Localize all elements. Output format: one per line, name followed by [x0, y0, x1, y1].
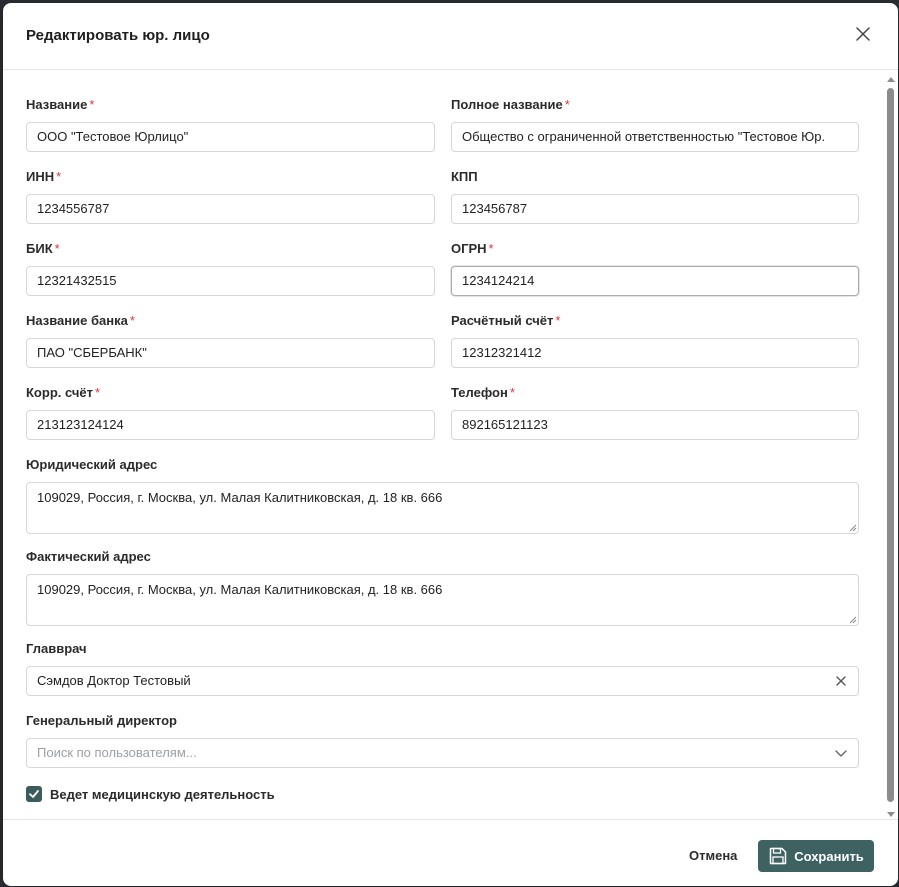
dialog-title: Редактировать юр. лицо	[26, 27, 210, 44]
bank-name-label: Название банка *	[26, 313, 135, 328]
actual-address-value: 109029, Россия, г. Москва, ул. Малая Кал…	[37, 582, 443, 597]
scrollbar-thumb[interactable]	[887, 88, 894, 802]
inn-label: ИНН *	[26, 169, 62, 184]
legal-address-field: Юридический адрес 109029, Россия, г. Мос…	[26, 456, 859, 534]
legal-address-textarea[interactable]: 109029, Россия, г. Москва, ул. Малая Кал…	[26, 482, 859, 534]
chevron-down-icon[interactable]	[834, 746, 848, 760]
general-director-field: Генеральный директор Поиск по пользовате…	[26, 712, 859, 768]
bik-field: БИК * 12321432515	[26, 240, 435, 296]
inn-input[interactable]: 1234556787	[26, 194, 435, 224]
resize-grip-icon[interactable]	[849, 616, 857, 624]
floppy-disk-icon	[769, 847, 787, 865]
medical-activity-row[interactable]: Ведет медицинскую деятельность	[26, 785, 275, 803]
actual-address-field: Фактический адрес 109029, Россия, г. Мос…	[26, 548, 859, 626]
kpp-field: КПП 123456787	[451, 168, 859, 224]
cancel-button[interactable]: Отмена	[679, 840, 747, 872]
general-director-select[interactable]: Поиск по пользователям...	[26, 738, 859, 768]
general-director-label: Генеральный директор	[26, 713, 177, 728]
scrollbar[interactable]	[886, 73, 896, 821]
ogrn-input[interactable]: 1234124214	[451, 266, 859, 296]
scroll-down-arrow-icon[interactable]	[886, 811, 896, 819]
chief-doctor-value: Сэмдов Доктор Тестовый	[37, 673, 191, 688]
close-button[interactable]	[854, 25, 872, 43]
check-icon	[29, 790, 39, 798]
kpp-input[interactable]: 123456787	[451, 194, 859, 224]
resize-grip-icon[interactable]	[849, 524, 857, 532]
name-label: Название *	[26, 97, 95, 112]
chief-doctor-field: Главврач Сэмдов Доктор Тестовый	[26, 640, 859, 696]
legal-address-value: 109029, Россия, г. Москва, ул. Малая Кал…	[37, 490, 443, 505]
ogrn-field: ОГРН * 1234124214	[451, 240, 859, 296]
corr-account-label: Корр. счёт *	[26, 385, 101, 400]
medical-activity-label: Ведет медицинскую деятельность	[50, 786, 275, 802]
full-name-label: Полное название *	[451, 97, 570, 112]
actual-address-label: Фактический адрес	[26, 549, 151, 564]
chief-doctor-select[interactable]: Сэмдов Доктор Тестовый	[26, 666, 859, 696]
legal-address-label: Юридический адрес	[26, 457, 158, 472]
actual-address-textarea[interactable]: 109029, Россия, г. Москва, ул. Малая Кал…	[26, 574, 859, 626]
full-name-field: Полное название * Общество с ограниченной…	[451, 96, 859, 152]
bank-name-field: Название банка * ПАО "СБЕРБАНК"	[26, 312, 435, 368]
scroll-up-arrow-icon[interactable]	[886, 75, 896, 83]
corr-account-input[interactable]: 213123124124	[26, 410, 435, 440]
bik-label: БИК *	[26, 241, 60, 256]
name-input[interactable]: ООО "Тестовое Юрлицо"	[26, 122, 435, 152]
dialog-header: Редактировать юр. лицо	[3, 3, 898, 70]
ogrn-label: ОГРН *	[451, 241, 494, 256]
medical-activity-checkbox[interactable]	[26, 786, 42, 802]
full-name-input[interactable]: Общество с ограниченной ответственностью…	[451, 122, 859, 152]
save-button[interactable]: Сохранить	[758, 840, 874, 872]
account-label: Расчётный счёт *	[451, 313, 561, 328]
kpp-label: КПП	[451, 169, 478, 184]
corr-account-field: Корр. счёт * 213123124124	[26, 384, 435, 440]
close-icon	[856, 27, 870, 41]
phone-field: Телефон * 892165121123	[451, 384, 859, 440]
bank-name-input[interactable]: ПАО "СБЕРБАНК"	[26, 338, 435, 368]
account-field: Расчётный счёт * 12312321412	[451, 312, 859, 368]
name-field: Название * ООО "Тестовое Юрлицо"	[26, 96, 435, 152]
account-input[interactable]: 12312321412	[451, 338, 859, 368]
edit-legal-entity-dialog: Редактировать юр. лицо Название * ООО "Те…	[3, 3, 898, 886]
clear-icon[interactable]	[834, 674, 848, 688]
dialog-body: Название * ООО "Тестовое Юрлицо" Полное н…	[3, 70, 898, 818]
inn-field: ИНН * 1234556787	[26, 168, 435, 224]
phone-label: Телефон *	[451, 385, 515, 400]
save-label: Сохранить	[794, 848, 864, 864]
general-director-placeholder: Поиск по пользователям...	[37, 745, 197, 760]
bik-input[interactable]: 12321432515	[26, 266, 435, 296]
dialog-footer: Отмена Сохранить	[3, 819, 898, 886]
phone-input[interactable]: 892165121123	[451, 410, 859, 440]
chief-doctor-label: Главврач	[26, 641, 87, 656]
